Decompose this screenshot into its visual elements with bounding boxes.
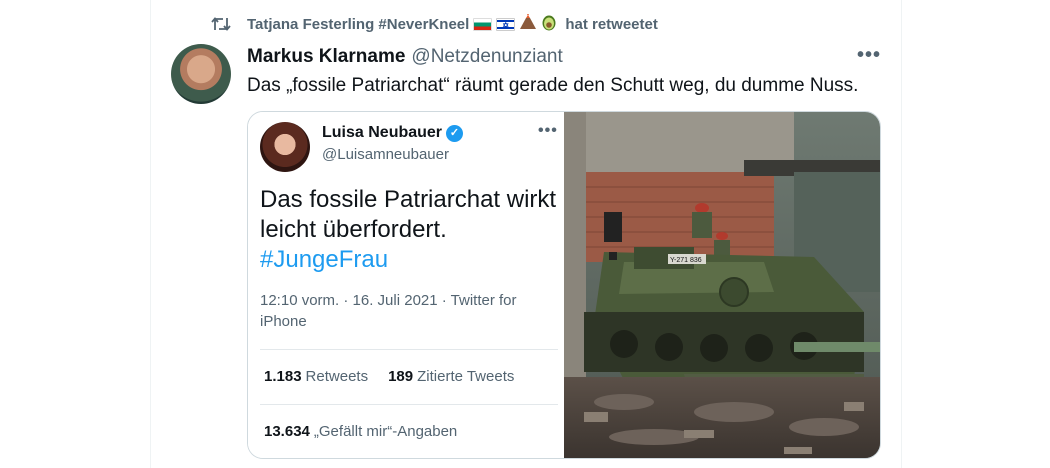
israel-flag-icon: ✡ [496,17,516,31]
quotes-label: Zitierte Tweets [417,368,515,385]
embedded-tweet-text: Das fossile Patriarchat wirkt leicht übe… [260,185,560,275]
more-dots-icon[interactable]: ••• [857,44,881,67]
retweet-icon [211,13,233,35]
tweet-media[interactable]: Luisa Neubauer ✓ @Luisamneubauer ••• Das… [247,111,881,459]
embedded-tweet-screenshot: Luisa Neubauer ✓ @Luisamneubauer ••• Das… [248,112,564,458]
likes-count: 13.634 [264,423,310,440]
retweets-label: Retweets [305,368,369,385]
retweets-count: 1.183 [264,368,302,385]
author-handle[interactable]: @Netzdenunziant [411,46,562,68]
tweet-text: Das „fossile Patriarchat“ räumt gerade d… [247,75,859,96]
embedded-likes-row: 13.634 „Gefällt mir“-Angaben [264,423,457,440]
embedded-stats-row: 1.183 Retweets 189 Zitierte Tweets [264,368,514,385]
embedded-text-line1: Das fossile Patriarchat wirkt [260,186,557,213]
avocado-icon [541,13,557,35]
embedded-name-row: Luisa Neubauer ✓ [322,124,464,142]
volcano-icon [519,14,537,34]
retweet-suffix: hat retweetet [565,15,658,33]
likes-label: „Gefällt mir“-Angaben [313,423,458,440]
quotes-count: 189 [388,368,414,385]
retweeter-name[interactable]: Tatjana Festerling #NeverKneel [247,16,469,33]
embedded-hashtag: #JungeFrau [260,246,389,273]
bulgaria-flag-icon [473,17,493,31]
embedded-author-handle: @Luisamneubauer [322,146,449,163]
author-avatar[interactable] [171,44,231,104]
embedded-avatar [260,122,310,172]
author-name[interactable]: Markus Klarname [247,46,405,68]
embedded-more-icon: ••• [538,122,558,139]
embedded-tweet-meta: 12:10 vorm. · 16. Juli 2021 · Twitter fo… [260,292,517,330]
divider [260,404,558,405]
tank-photo: Y-271 836 [564,112,880,458]
divider [260,349,558,350]
embedded-text-line2: leicht überfordert. [260,216,447,243]
timeline-column: Tatjana Festerling #NeverKneel ✡ hat ret… [150,0,902,468]
embedded-author-name: Luisa Neubauer [322,124,443,141]
verified-badge-icon: ✓ [446,124,464,142]
retweet-context[interactable]: Tatjana Festerling #NeverKneel ✡ hat ret… [211,13,658,35]
tweet-author-row: Markus Klarname @Netzdenunziant [247,46,563,68]
license-plate: Y-271 836 [670,257,702,264]
